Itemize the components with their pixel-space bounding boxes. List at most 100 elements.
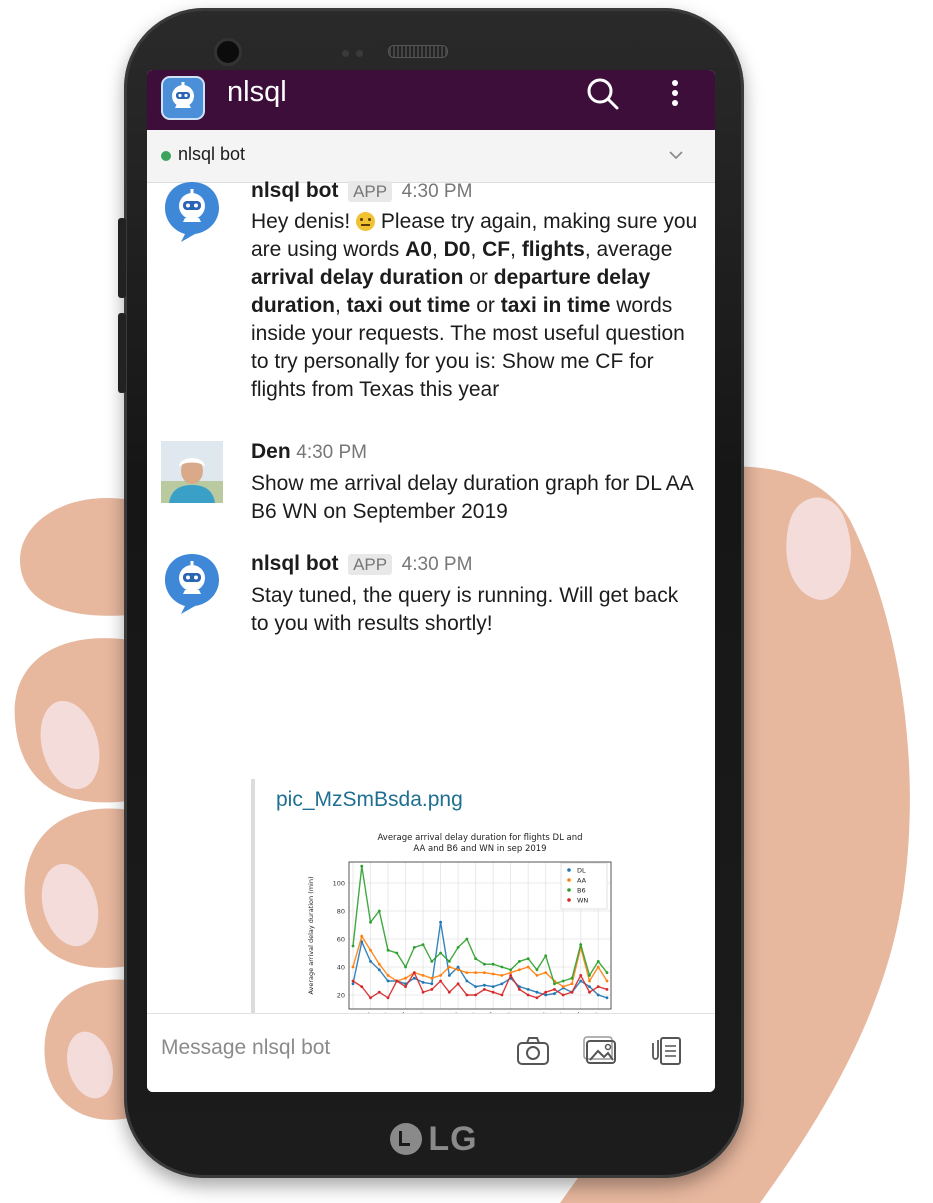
- chart-point-B6: [570, 976, 574, 980]
- chart-point-AA: [509, 971, 513, 974]
- workspace-avatar[interactable]: [161, 76, 205, 120]
- chart-point-AA: [360, 934, 364, 938]
- app-badge: APP: [348, 181, 393, 202]
- chart-point-AA: [491, 972, 495, 976]
- chart-point-B6: [456, 946, 460, 949]
- chart-point-AA: [474, 971, 478, 974]
- chart-point-DL: [351, 982, 355, 986]
- bold-keyword: CF: [482, 238, 511, 261]
- bold-keyword: taxi in time: [500, 294, 611, 317]
- chart-point-WN: [421, 990, 425, 994]
- text-run: , average: [584, 238, 673, 261]
- phone-screen: nlsql nlsql bot nlsql bot APP 4:30 PM He…: [147, 70, 715, 1092]
- bot-avatar[interactable]: [161, 552, 223, 614]
- text-run: or: [463, 266, 494, 289]
- chart-title-line-1: Average arrival delay duration for fligh…: [377, 833, 582, 843]
- sensor-dot: [356, 50, 363, 57]
- chart-point-DL: [482, 983, 486, 987]
- text-run: ,: [335, 294, 347, 317]
- chart-point-AA: [447, 965, 451, 969]
- message-header: nlsql bot APP 4:30 PM: [251, 552, 472, 576]
- chart-point-AA: [518, 968, 521, 972]
- channel-header[interactable]: nlsql bot: [147, 130, 715, 183]
- chart-point-DL: [474, 985, 478, 988]
- chart-point-AA: [421, 974, 425, 977]
- chart-point-B6: [605, 971, 609, 974]
- sensor-dot: [342, 50, 349, 57]
- chart-point-DL: [605, 996, 609, 1000]
- chart-point-WN: [605, 988, 609, 991]
- message-input[interactable]: Message nlsql bot: [161, 1036, 330, 1060]
- chart-point-DL: [491, 985, 495, 988]
- chart-point-AA: [482, 971, 486, 974]
- chart-point-B6: [360, 864, 364, 868]
- user-avatar[interactable]: [161, 441, 223, 503]
- chart-point-WN: [456, 982, 460, 986]
- chart-point-WN: [465, 993, 469, 997]
- bot-avatar[interactable]: [161, 180, 223, 242]
- chart-point-B6: [518, 960, 521, 963]
- chart-point-DL: [386, 979, 390, 983]
- app-bar: nlsql: [147, 70, 715, 130]
- file-attach-icon[interactable]: [649, 1034, 685, 1068]
- chart-point-WN: [526, 993, 530, 997]
- chevron-down-icon[interactable]: [667, 146, 685, 164]
- author-name[interactable]: nlsql bot: [251, 552, 339, 575]
- chart-legend-label: WN: [577, 897, 588, 905]
- attachment-filename-link[interactable]: pic_MzSmBsda.png: [276, 788, 463, 812]
- bold-keyword: A0: [405, 238, 432, 261]
- chart-point-B6: [491, 962, 495, 966]
- brand-text: LG: [428, 1120, 478, 1158]
- chart-point-WN: [412, 971, 416, 974]
- author-name[interactable]: Den: [251, 440, 291, 463]
- chart-point-WN: [482, 988, 486, 991]
- message-composer: Message nlsql bot: [147, 1013, 715, 1092]
- chart-point-B6: [474, 957, 478, 960]
- chart-point-B6: [386, 948, 390, 952]
- timestamp: 4:30 PM: [296, 442, 368, 463]
- camera-icon[interactable]: [515, 1034, 551, 1068]
- chart-point-AA: [386, 974, 390, 977]
- chart-point-AA: [404, 976, 407, 980]
- chart-title-line-2: AA and B6 and WN in sep 2019: [413, 844, 546, 854]
- chart-point-B6: [430, 960, 434, 963]
- chart-point-WN: [544, 990, 548, 994]
- chart-point-B6: [377, 909, 381, 913]
- more-vertical-icon[interactable]: [665, 74, 685, 114]
- chart-point-WN: [570, 990, 574, 994]
- chart-point-B6: [500, 965, 504, 969]
- message-header: Den 4:30 PM: [251, 440, 367, 464]
- chart-point-AA: [588, 979, 591, 983]
- search-icon[interactable]: [583, 74, 623, 114]
- gallery-icon[interactable]: [583, 1034, 619, 1068]
- chart-point-WN: [430, 988, 434, 991]
- chart-point-WN: [579, 974, 583, 977]
- timestamp: 4:30 PM: [401, 554, 473, 575]
- bold-keyword: flights: [521, 238, 585, 261]
- chart-point-WN: [369, 996, 372, 1000]
- message-text: Stay tuned, the query is running. Will g…: [251, 584, 679, 635]
- chart-point-B6: [526, 957, 530, 960]
- author-name[interactable]: nlsql bot: [251, 179, 339, 202]
- chart-point-WN: [588, 990, 591, 994]
- app-title: nlsql: [227, 76, 287, 108]
- chart-point-WN: [491, 990, 495, 994]
- chart-point-AA: [439, 974, 442, 977]
- chart-point-AA: [605, 979, 609, 983]
- chart-point-DL: [447, 974, 451, 977]
- chart-legend-label: B6: [577, 887, 586, 895]
- chart-point-WN: [561, 993, 565, 997]
- chart-point-B6: [404, 965, 407, 969]
- chart-point-AA: [351, 965, 355, 969]
- chart-point-AA: [369, 948, 372, 952]
- text-run: ,: [510, 238, 522, 261]
- chart-point-DL: [369, 960, 372, 963]
- chart-point-AA: [570, 982, 574, 986]
- chart-point-DL: [596, 993, 600, 997]
- chart-point-DL: [377, 968, 381, 972]
- chart-point-WN: [474, 993, 478, 997]
- bold-keyword: D0: [443, 238, 471, 261]
- chart-point-WN: [351, 979, 355, 983]
- chart-point-B6: [588, 974, 591, 977]
- chart-point-DL: [421, 981, 425, 984]
